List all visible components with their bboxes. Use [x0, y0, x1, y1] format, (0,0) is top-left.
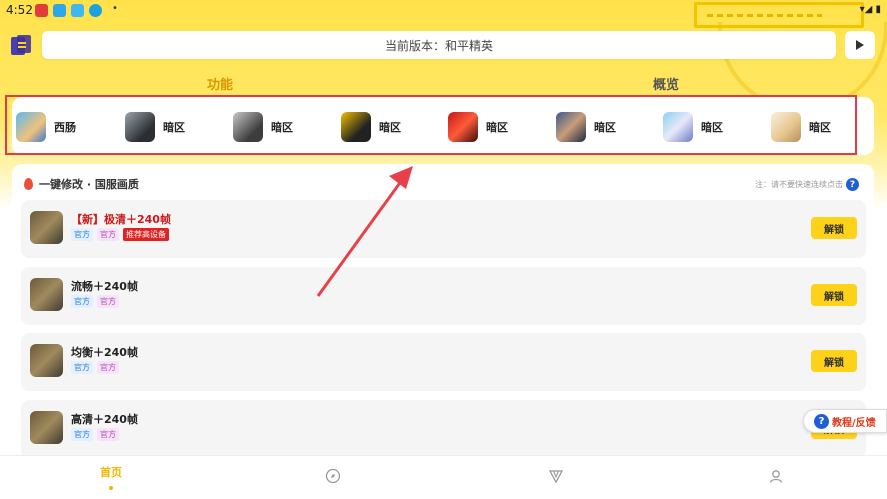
option-game-icon: [30, 278, 63, 311]
nav-home-label: 首页: [100, 466, 122, 479]
unlock-button[interactable]: 解锁: [811, 284, 857, 306]
game-icon: [448, 112, 478, 142]
tag: 官方: [97, 361, 119, 374]
option-tags: 官方 官方: [71, 428, 119, 441]
game-item[interactable]: 暗区: [448, 112, 508, 142]
option-row: 【新】极清＋240帧 官方 官方 推荐高设备 解锁: [21, 200, 866, 258]
tag: 官方: [97, 228, 119, 241]
tag: 官方: [71, 295, 93, 308]
option-tags: 官方 官方: [71, 295, 119, 308]
unlock-button[interactable]: 解锁: [811, 350, 857, 372]
option-game-icon: [30, 211, 63, 244]
option-tags: 官方 官方 推荐高设备: [71, 228, 169, 241]
status-dash: [707, 14, 822, 17]
option-title: 均衡＋240帧: [71, 346, 138, 359]
game-icon: [233, 112, 263, 142]
game-label: 暗区: [701, 121, 723, 134]
fire-icon: [24, 178, 33, 190]
game-item[interactable]: 暗区: [663, 112, 723, 142]
help-icon[interactable]: ?: [846, 178, 859, 191]
game-item[interactable]: 暗区: [233, 112, 293, 142]
option-tags: 官方 官方: [71, 361, 119, 374]
game-icon: [556, 112, 586, 142]
option-game-icon: [30, 344, 63, 377]
version-bar[interactable]: 当前版本：和平精英: [42, 31, 836, 59]
game-icon: [663, 112, 693, 142]
game-icon: [16, 112, 46, 142]
panel-title: 一键修改 · 国服画质: [24, 176, 139, 192]
game-label: 暗区: [271, 121, 293, 134]
hot-tag: 推荐高设备: [123, 228, 169, 241]
game-label: 暗区: [163, 121, 185, 134]
status-bar: 4:52 • ▾◢ ▮: [0, 0, 887, 28]
panel-note-text: 注：请不要快速连续点击: [755, 180, 843, 189]
status-highlight-box: [694, 2, 864, 28]
tag: 官方: [71, 228, 93, 241]
compass-icon: [325, 468, 341, 484]
option-row: 均衡＋240帧 官方 官方 解锁: [21, 333, 866, 391]
tag: 官方: [71, 428, 93, 441]
nav-discover[interactable]: [318, 468, 348, 484]
play-icon: [856, 40, 864, 50]
help-icon: ?: [814, 413, 829, 429]
game-item[interactable]: 暗区: [341, 112, 401, 142]
game-label: 暗区: [594, 121, 616, 134]
game-item[interactable]: 暗区: [556, 112, 616, 142]
option-row: 高清＋240帧 官方 官方 解锁: [21, 400, 866, 458]
game-label: 暗区: [486, 121, 508, 134]
game-icon: [341, 112, 371, 142]
triangle-icon: [548, 470, 564, 484]
nav-profile[interactable]: [761, 468, 791, 484]
bottom-nav: 首页: [0, 455, 887, 499]
game-item[interactable]: 西肠: [16, 112, 76, 142]
tag: 官方: [71, 361, 93, 374]
option-title: 【新】极清＋240帧: [71, 213, 171, 226]
status-time: 4:52: [6, 3, 33, 17]
tab-overview[interactable]: 概览: [653, 74, 679, 93]
panel-note: 注：请不要快速连续点击 ?: [755, 178, 859, 191]
play-button[interactable]: [845, 31, 875, 59]
active-dot: [109, 486, 113, 490]
game-label: 暗区: [809, 121, 831, 134]
option-title: 高清＋240帧: [71, 413, 138, 426]
app-notification-icon: [53, 4, 66, 17]
unlock-button[interactable]: 解锁: [811, 217, 857, 239]
tag: 官方: [97, 428, 119, 441]
tag: 官方: [97, 295, 119, 308]
feedback-button[interactable]: ? 教程/反馈: [803, 409, 887, 433]
option-game-icon: [30, 411, 63, 444]
panel-title-text: 一键修改 · 国服画质: [39, 178, 139, 191]
option-row: 流畅＋240帧 官方 官方 解锁: [21, 267, 866, 325]
option-title: 流畅＋240帧: [71, 280, 138, 293]
game-label: 暗区: [379, 121, 401, 134]
game-icon: [771, 112, 801, 142]
app-notification-icon: [35, 4, 48, 17]
app-logo-icon: [11, 35, 31, 55]
game-item[interactable]: 暗区: [125, 112, 185, 142]
tab-functions[interactable]: 功能: [207, 74, 233, 93]
status-signal-icons: ▾◢ ▮: [859, 4, 881, 15]
feedback-label: 教程/反馈: [832, 417, 876, 429]
version-text: 当前版本：和平精英: [384, 38, 493, 53]
nav-vip[interactable]: [541, 468, 571, 484]
game-item[interactable]: 暗区: [771, 112, 831, 142]
status-dot: •: [112, 3, 118, 14]
nav-home[interactable]: 首页: [96, 464, 126, 490]
game-label: 西肠: [54, 121, 76, 134]
game-icon: [125, 112, 155, 142]
app-notification-icon: [89, 4, 102, 17]
user-icon: [769, 470, 783, 483]
app-notification-icon: [71, 4, 84, 17]
